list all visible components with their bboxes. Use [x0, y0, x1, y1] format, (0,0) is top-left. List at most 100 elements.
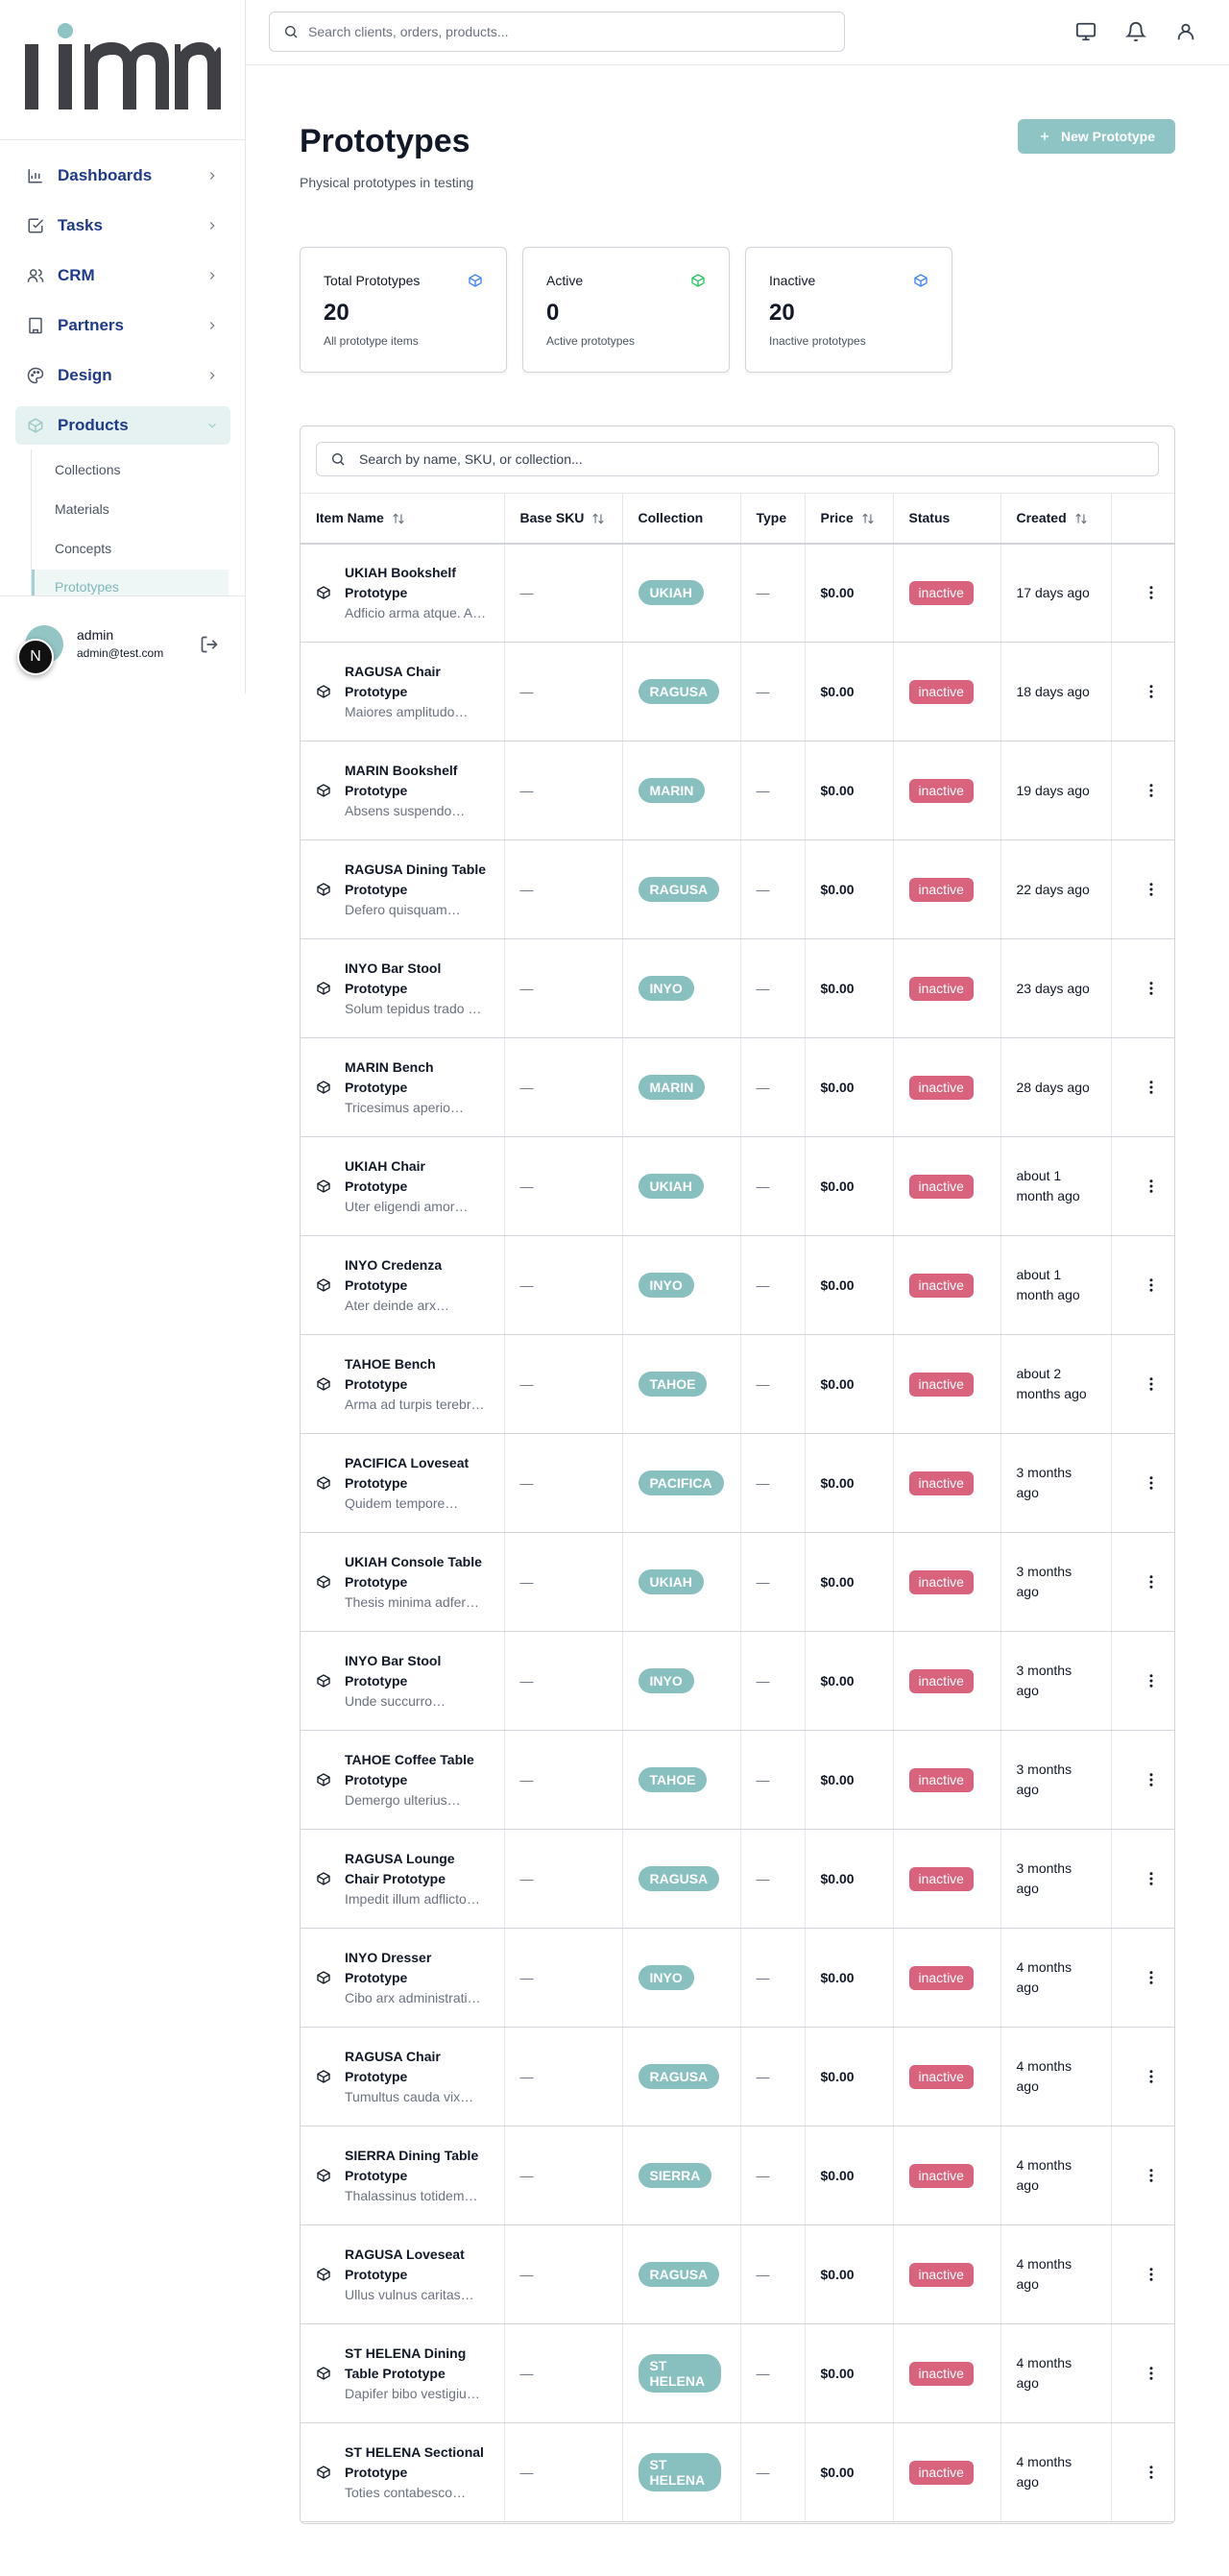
cell-item: ST HELENA Dining Table Prototype Dapifer …	[301, 2323, 505, 2423]
item-name[interactable]: RAGUSA Chair Prototype	[345, 2047, 489, 2087]
table-row[interactable]: MARIN Bookshelf Prototype Absens suspendo…	[301, 741, 1174, 840]
package-icon	[317, 1575, 330, 1589]
col-item-name[interactable]: Item Name	[301, 493, 505, 545]
base-sku: —	[519, 1475, 534, 1491]
subnav-item-materials[interactable]: Materials	[32, 489, 229, 528]
item-name[interactable]: INYO Bar Stool Prototype	[345, 959, 489, 999]
item-name[interactable]: TAHOE Coffee Table Prototype	[345, 1750, 489, 1790]
item-name[interactable]: RAGUSA Loveseat Prototype	[345, 2245, 489, 2285]
more-vertical-icon[interactable]	[1143, 1771, 1160, 1788]
more-vertical-icon[interactable]	[1143, 2167, 1160, 2184]
more-vertical-icon[interactable]	[1143, 1474, 1160, 1492]
sidebar-item-crm[interactable]: CRM	[15, 256, 230, 295]
more-vertical-icon[interactable]	[1143, 2266, 1160, 2283]
table-row[interactable]: INYO Bar Stool Prototype Solum tepidus tr…	[301, 938, 1174, 1038]
cell-price: $0.00	[805, 1928, 894, 2028]
more-vertical-icon[interactable]	[1143, 1079, 1160, 1096]
user-icon[interactable]	[1175, 21, 1196, 42]
dev-badge[interactable]: N	[17, 639, 54, 675]
sidebar-item-design[interactable]: Design	[15, 356, 230, 395]
table-search[interactable]	[316, 442, 1159, 476]
logout-icon[interactable]	[200, 635, 219, 654]
chevron-right-icon	[209, 372, 215, 379]
item-name[interactable]: RAGUSA Dining Table Prototype	[345, 860, 489, 900]
table-row[interactable]: TAHOE Coffee Table Prototype Demergo ulte…	[301, 1730, 1174, 1830]
cell-collection: INYO	[622, 938, 741, 1038]
table-row[interactable]: RAGUSA Chair Prototype Maiores amplitudo……	[301, 642, 1174, 741]
item-name[interactable]: INYO Credenza Prototype	[345, 1255, 489, 1296]
more-vertical-icon[interactable]	[1143, 1375, 1160, 1393]
cell-type: —	[740, 1928, 806, 2028]
item-name[interactable]: INYO Dresser Prototype	[345, 1948, 489, 1988]
item-name[interactable]: RAGUSA Chair Prototype	[345, 662, 489, 702]
item-name[interactable]: ST HELENA Dining Table Prototype	[345, 2344, 489, 2384]
item-name[interactable]: TAHOE Bench Prototype	[345, 1354, 489, 1395]
table-row[interactable]: RAGUSA Dining Table Prototype Defero quis…	[301, 839, 1174, 939]
more-vertical-icon[interactable]	[1143, 1178, 1160, 1195]
cell-status: inactive	[893, 1334, 1001, 1434]
table-row[interactable]: RAGUSA Lounge Chair Prototype Impedit ill…	[301, 1829, 1174, 1929]
table-row[interactable]: PACIFICA Loveseat Prototype Quidem tempor…	[301, 1433, 1174, 1533]
more-vertical-icon[interactable]	[1143, 1969, 1160, 1986]
bell-icon[interactable]	[1125, 21, 1146, 42]
cell-item: UKIAH Bookshelf Prototype Adficio arma at…	[301, 543, 505, 643]
item-name[interactable]: INYO Bar Stool Prototype	[345, 1651, 489, 1691]
table-search-input[interactable]	[359, 451, 1158, 467]
item-name[interactable]: PACIFICA Loveseat Prototype	[345, 1453, 489, 1494]
item-name[interactable]: UKIAH Chair Prototype	[345, 1156, 489, 1197]
item-name[interactable]: MARIN Bench Prototype	[345, 1057, 489, 1098]
more-vertical-icon[interactable]	[1143, 2365, 1160, 2382]
base-sku: —	[519, 1772, 534, 1787]
table-row[interactable]: SIERRA Dining Table Prototype Thalassinus…	[301, 2126, 1174, 2225]
new-prototype-button[interactable]: New Prototype	[1018, 119, 1175, 154]
search-input[interactable]	[308, 24, 844, 39]
item-name[interactable]: MARIN Bookshelf Prototype	[345, 761, 489, 801]
item-name[interactable]: RAGUSA Lounge Chair Prototype	[345, 1849, 489, 1889]
more-vertical-icon[interactable]	[1143, 1870, 1160, 1887]
created-date: 4 months ago	[1016, 2355, 1072, 2391]
cell-status: inactive	[893, 1928, 1001, 2028]
item-cell: UKIAH Console Table Prototype Thesis mini…	[316, 1552, 504, 1612]
sidebar-item-products[interactable]: Products	[15, 406, 230, 445]
table-row[interactable]: RAGUSA Loveseat Prototype Ullus vulnus ca…	[301, 2224, 1174, 2324]
item-name[interactable]: UKIAH Bookshelf Prototype	[345, 563, 489, 603]
more-vertical-icon[interactable]	[1143, 2068, 1160, 2085]
col-price[interactable]: Price	[805, 493, 894, 545]
cell-base-sku: —	[504, 938, 623, 1038]
item-name[interactable]: SIERRA Dining Table Prototype	[345, 2146, 489, 2186]
global-search[interactable]	[269, 12, 845, 52]
table-row[interactable]: RAGUSA Chair Prototype Tumultus cauda vix…	[301, 2027, 1174, 2126]
table-row[interactable]: TAHOE Bench Prototype Arma ad turpis tere…	[301, 1334, 1174, 1434]
more-vertical-icon[interactable]	[1143, 1573, 1160, 1591]
more-vertical-icon[interactable]	[1143, 683, 1160, 700]
sidebar-item-dashboards[interactable]: Dashboards	[15, 157, 230, 195]
sidebar-item-partners[interactable]: Partners	[15, 306, 230, 345]
table-row[interactable]: ST HELENA Sectional Prototype Toties cont…	[301, 2422, 1174, 2522]
more-vertical-icon[interactable]	[1143, 2464, 1160, 2481]
subnav-item-prototypes[interactable]: Prototypes	[32, 570, 229, 595]
table-row[interactable]: MARIN Bench Prototype Tricesimus aperio… —…	[301, 1037, 1174, 1137]
more-vertical-icon[interactable]	[1143, 1276, 1160, 1294]
more-vertical-icon[interactable]	[1143, 782, 1160, 799]
table-row[interactable]: ST HELENA Dining Table Prototype Dapifer …	[301, 2323, 1174, 2423]
table-row[interactable]: UKIAH Chair Prototype Uter eligendi amor……	[301, 1136, 1174, 1236]
more-vertical-icon[interactable]	[1143, 1672, 1160, 1689]
sidebar-item-tasks[interactable]: Tasks	[15, 207, 230, 245]
table-row[interactable]: INYO Credenza Prototype Ater deinde arx… —…	[301, 1235, 1174, 1335]
subnav-item-collections[interactable]: Collections	[32, 450, 229, 489]
col-created[interactable]: Created	[1000, 493, 1112, 545]
subnav-item-concepts[interactable]: Concepts	[32, 528, 229, 568]
item-name[interactable]: UKIAH Console Table Prototype	[345, 1552, 489, 1592]
table-row[interactable]: UKIAH Console Table Prototype Thesis mini…	[301, 1532, 1174, 1632]
more-vertical-icon[interactable]	[1143, 584, 1160, 601]
table-row[interactable]: UKIAH Bookshelf Prototype Adficio arma at…	[301, 543, 1174, 643]
item-name[interactable]: ST HELENA Sectional Prototype	[345, 2442, 489, 2483]
table-row[interactable]: INYO Dresser Prototype Cibo arx administr…	[301, 1928, 1174, 2028]
more-vertical-icon[interactable]	[1143, 980, 1160, 997]
collection-badge: INYO	[638, 1668, 694, 1693]
table-row[interactable]: INYO Bar Stool Prototype Unde succurro… — I…	[301, 1631, 1174, 1731]
brand-logo[interactable]	[21, 23, 223, 111]
more-vertical-icon[interactable]	[1143, 881, 1160, 898]
monitor-icon[interactable]	[1075, 21, 1096, 42]
col-base-sku[interactable]: Base SKU	[504, 493, 623, 545]
